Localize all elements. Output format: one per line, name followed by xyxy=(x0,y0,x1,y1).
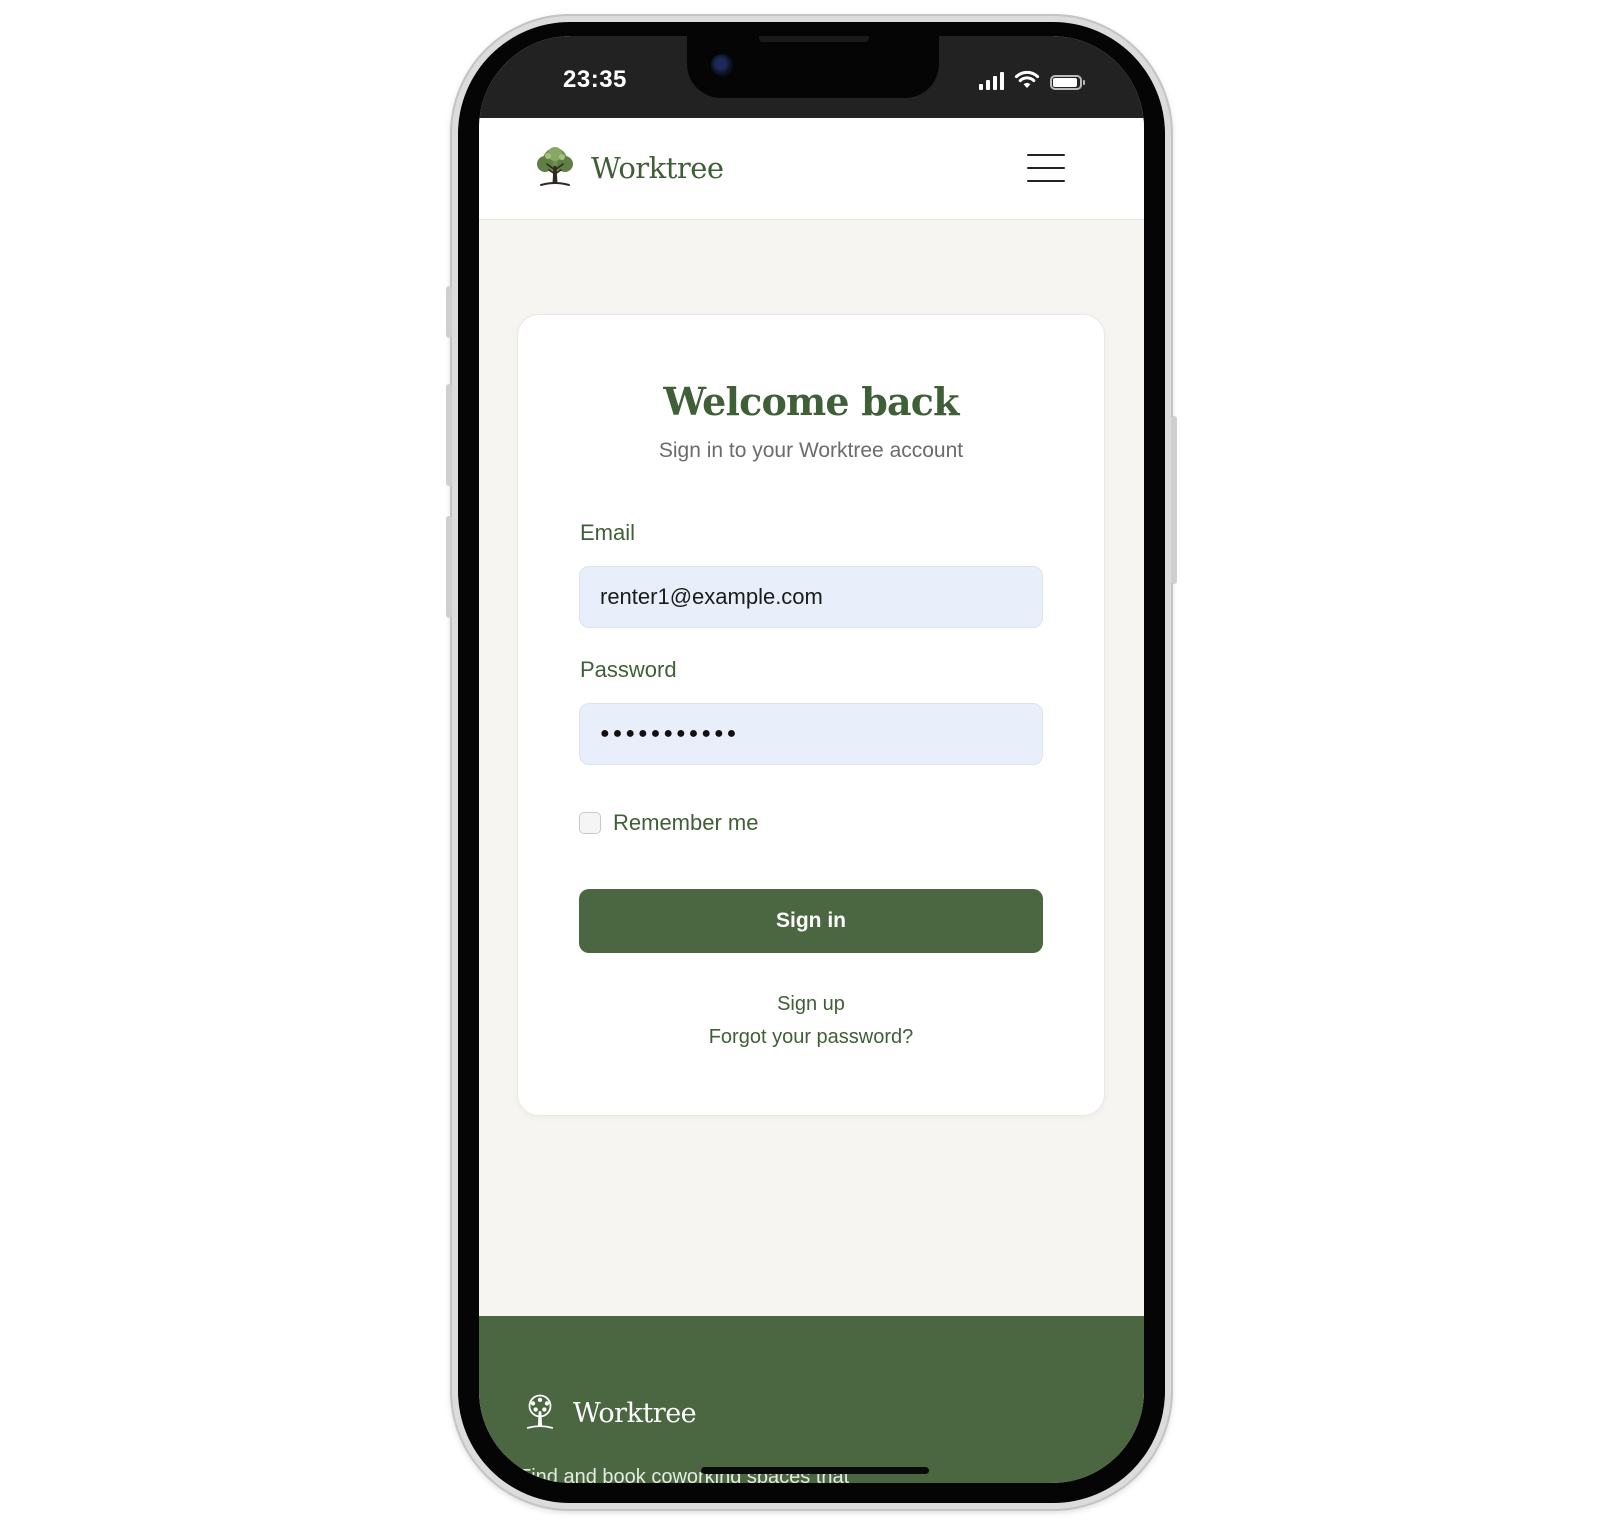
remember-me-label: Remember me xyxy=(613,810,759,835)
tree-logo-icon xyxy=(526,1394,554,1429)
power-button xyxy=(1171,416,1177,584)
password-label: Password xyxy=(580,657,677,682)
password-field[interactable]: ●●●●●●●●●●● xyxy=(579,703,1043,765)
notch xyxy=(687,36,939,98)
status-bar: 23:35 xyxy=(479,36,1144,118)
volume-up-button xyxy=(446,384,452,486)
email-field[interactable] xyxy=(579,566,1043,628)
sign-up-link[interactable]: Sign up xyxy=(518,993,1104,1016)
status-time: 23:35 xyxy=(563,66,627,93)
email-label: Email xyxy=(580,520,636,545)
mute-switch xyxy=(446,286,452,338)
home-indicator xyxy=(701,1467,929,1474)
wifi-icon xyxy=(1014,70,1040,88)
page-subtitle: Sign in to your Worktree account xyxy=(658,439,964,462)
forgot-password-link[interactable]: Forgot your password? xyxy=(518,1026,1104,1049)
remember-me-row[interactable]: Remember me xyxy=(579,810,758,836)
app-header: Worktree xyxy=(479,118,1144,220)
brand-name: Worktree xyxy=(591,151,724,185)
battery-icon xyxy=(1050,75,1085,90)
sign-in-button[interactable]: Sign in xyxy=(579,889,1043,953)
footer-brand[interactable]: Worktree xyxy=(519,1392,697,1434)
footer: Worktree Find and book coworking spaces … xyxy=(479,1316,1144,1483)
login-card: Welcome back Sign in to your Worktree ac… xyxy=(517,314,1105,1116)
status-icons xyxy=(979,68,1085,90)
speaker-grille xyxy=(759,36,869,42)
phone-screen: 23:35 Worktree Welcome back Sign in to y… xyxy=(479,36,1144,1483)
hamburger-menu-button[interactable] xyxy=(1027,152,1067,186)
volume-down-button xyxy=(446,516,452,618)
remember-me-checkbox[interactable] xyxy=(579,812,601,834)
tree-logo-icon xyxy=(537,147,573,186)
front-camera xyxy=(711,54,733,76)
page-title: Welcome back xyxy=(663,379,959,424)
cellular-signal-icon xyxy=(979,72,1004,90)
brand-logo-link[interactable]: Worktree xyxy=(531,144,724,192)
footer-brand-name: Worktree xyxy=(573,1397,697,1429)
